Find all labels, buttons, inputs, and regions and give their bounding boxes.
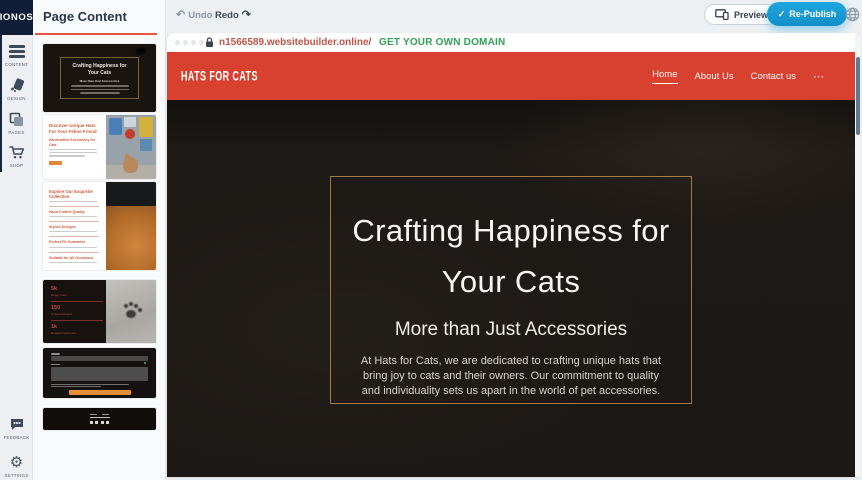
pages-icon: [0, 111, 33, 128]
panel-title: Page Content: [43, 9, 127, 24]
section-thumb-stats[interactable]: 5k Happy Cats 150 Unique Designs 1k Repe…: [43, 280, 156, 343]
thumb-hero-border-box: Crafting Happiness for Your Cats More th…: [60, 57, 139, 99]
thumb-social-icons: [90, 421, 110, 424]
section-thumb-contact-form[interactable]: [43, 348, 156, 398]
sidebar-item-pages[interactable]: PAGES: [0, 111, 33, 135]
thumb-input-bar: [51, 356, 148, 361]
shop-cart-icon: [0, 144, 33, 161]
check-icon: ✓: [778, 9, 786, 20]
undo-button[interactable]: ↶Undo: [176, 8, 213, 21]
design-brush-icon: [0, 77, 33, 94]
hero-border-box: Crafting Happiness for Your Cats More th…: [330, 176, 692, 404]
nav-contact[interactable]: Contact us: [751, 71, 796, 82]
section-thumb-hero[interactable]: Crafting Happiness for Your Cats More th…: [43, 44, 156, 112]
nav-about[interactable]: About Us: [695, 71, 734, 82]
thumb-cta-button: [49, 161, 62, 166]
ionos-logo: IONOS: [0, 0, 33, 35]
app-root: IONOS CONTENT DESIGN PAGES SHOP: [0, 0, 862, 480]
thumb-pawprint-image: [106, 280, 156, 343]
thumb-ginger-cat-image: [106, 182, 156, 270]
sidebar-item-settings[interactable]: ⚙ SETTINGS: [0, 454, 33, 478]
hero-title[interactable]: Crafting Happiness for Your Cats: [352, 205, 669, 307]
settings-gear-icon: ⚙: [0, 454, 33, 471]
republish-button[interactable]: ✓ Re-Publish: [767, 2, 847, 26]
thumb-textarea-bar: [51, 367, 148, 381]
site-url-link[interactable]: n1566589.websitebuilder.online/: [219, 37, 371, 48]
page-content-panel: Page Content Crafting Happiness for Your…: [33, 0, 166, 480]
sidebar-item-feedback[interactable]: FEEDBACK: [0, 416, 33, 440]
site-logo[interactable]: HATS FOR CATS: [181, 68, 258, 84]
nav-more-icon[interactable]: ⋯: [813, 70, 825, 83]
get-domain-link[interactable]: GET YOUR OWN DOMAIN: [379, 37, 505, 48]
hero-body-text[interactable]: At Hats for Cats, we are dedicated to cr…: [357, 354, 665, 399]
site-nav: Home About Us Contact us ⋯: [652, 69, 825, 84]
sidebar-item-content[interactable]: CONTENT: [0, 43, 33, 67]
preview-scrollbar: [855, 33, 861, 477]
content-lines-icon: [0, 43, 33, 60]
left-rail: CONTENT DESIGN PAGES SHOP FEEDBACK: [0, 35, 33, 480]
site-preview-window: n1566589.websitebuilder.online/ GET YOUR…: [167, 33, 861, 477]
redo-button[interactable]: Redo↷: [215, 8, 251, 21]
globe-language-icon[interactable]: [845, 7, 860, 27]
panel-accent-underline: [35, 33, 157, 35]
editor-toolbar: ↶Undo Redo↷ Preview ✓ Re-Publish: [166, 0, 862, 30]
feedback-bubble-icon: [0, 416, 33, 433]
undo-icon: ↶: [176, 9, 185, 21]
sidebar-item-shop[interactable]: SHOP: [0, 144, 33, 168]
hero-subtitle[interactable]: More than Just Accessories: [395, 319, 627, 341]
lock-icon: [205, 37, 214, 48]
nav-home[interactable]: Home: [652, 69, 677, 84]
section-thumb-collection[interactable]: Explore Our Exquisite Collection Hand Cr…: [43, 182, 156, 270]
thumb-cat-mural-image: [106, 115, 156, 179]
browser-chrome-bar: n1566589.websitebuilder.online/ GET YOUR…: [167, 33, 861, 52]
devices-icon: [715, 9, 729, 20]
window-control-dots: [175, 40, 204, 45]
hero-section[interactable]: Crafting Happiness for Your Cats More th…: [167, 100, 855, 477]
sidebar-item-design[interactable]: DESIGN: [0, 77, 33, 101]
rail-active-indicator: [0, 35, 2, 172]
thumb-cat-shadow: [134, 46, 148, 56]
redo-icon: ↷: [242, 9, 251, 21]
thumb-submit-button: [69, 390, 131, 395]
section-thumb-footer[interactable]: [43, 408, 156, 430]
scrollbar-thumb[interactable]: [856, 57, 860, 135]
site-header: HATS FOR CATS Home About Us Contact us ⋯: [167, 52, 861, 100]
section-thumb-discover[interactable]: Discover Unique Hats For Your Feline Fri…: [43, 115, 156, 179]
